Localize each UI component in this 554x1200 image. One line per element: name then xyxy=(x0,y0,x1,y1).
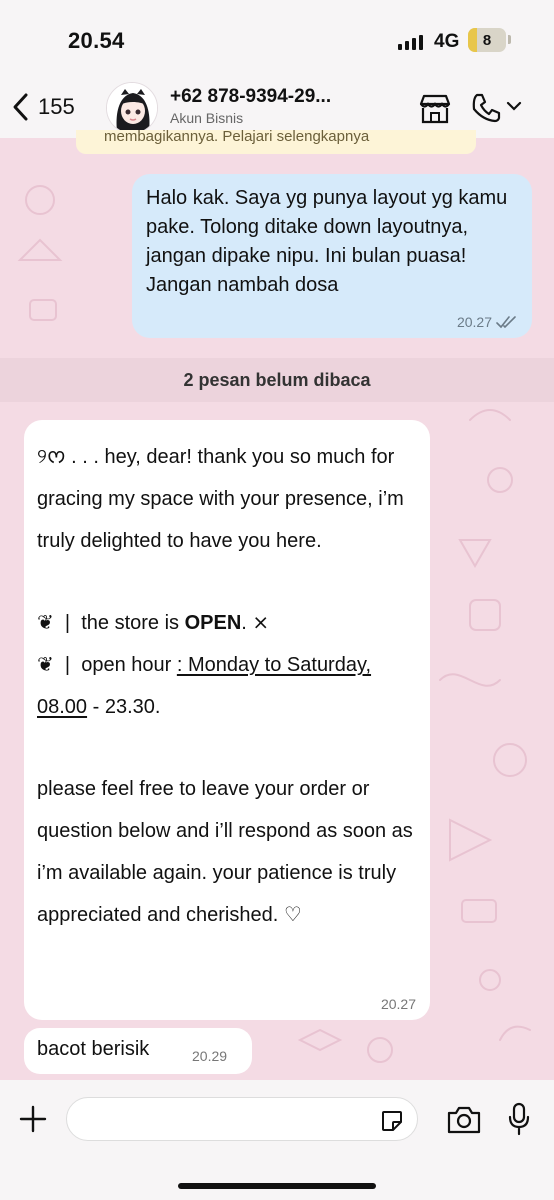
chevron-left-icon xyxy=(13,93,28,121)
greeting-text: ୨ᰔ . . . hey, dear! thank you so much fo… xyxy=(37,446,404,552)
unread-messages-banner: 2 pesan belum dibaca xyxy=(0,358,554,402)
incoming-message-text: bacot berisik xyxy=(37,1038,150,1060)
incoming-message[interactable]: ୨ᰔ . . . hey, dear! thank you so much fo… xyxy=(24,420,430,1020)
incoming-message-time: 20.27 xyxy=(380,996,416,1012)
outgoing-message-meta: 20.27 xyxy=(457,314,518,330)
open-hours-line: ❦ | open hour : Monday to Saturday, 08.0… xyxy=(37,654,372,718)
phone-icon[interactable] xyxy=(470,92,502,124)
plus-icon[interactable] xyxy=(18,1104,48,1134)
system-info-text: membagikannya. Pelajari selengkapnya xyxy=(104,130,370,145)
contact-name[interactable]: +62 878-9394-29... xyxy=(170,86,331,108)
store-status-line: ❦ | the store is OPEN. ⨯ xyxy=(37,612,270,634)
battery-icon: 8 xyxy=(468,28,506,52)
system-info-banner[interactable]: membagikannya. Pelajari selengkapnya xyxy=(76,130,476,154)
outgoing-message-text: Halo kak. Saya yg punya layout yg kamu p… xyxy=(146,187,508,296)
home-indicator[interactable] xyxy=(178,1183,376,1189)
double-check-icon xyxy=(496,316,516,329)
network-type: 4G xyxy=(434,31,460,52)
incoming-message[interactable]: bacot berisik 20.29 xyxy=(24,1028,252,1074)
outgoing-message-time: 20.27 xyxy=(456,314,492,330)
avatar[interactable] xyxy=(106,82,158,134)
camera-icon[interactable] xyxy=(446,1105,482,1135)
store-icon[interactable] xyxy=(418,94,452,124)
message-input-bar xyxy=(0,1080,554,1200)
store-status: OPEN xyxy=(184,612,242,634)
sticker-icon[interactable] xyxy=(380,1109,404,1133)
incoming-message-time: 20.29 xyxy=(192,1048,228,1064)
battery-tip xyxy=(508,35,511,44)
message-input[interactable] xyxy=(66,1097,418,1141)
back-button[interactable]: 155 xyxy=(10,92,75,122)
status-time: 20.54 xyxy=(68,28,125,53)
outgoing-message[interactable]: Halo kak. Saya yg punya layout yg kamu p… xyxy=(132,174,532,338)
chevron-down-icon[interactable] xyxy=(506,100,522,112)
cellular-signal-icon xyxy=(398,34,423,50)
microphone-icon[interactable] xyxy=(508,1102,530,1136)
status-bar: 20.54 4G 8 xyxy=(0,0,554,80)
battery-level: 8 xyxy=(482,31,492,49)
unread-chats-count: 155 xyxy=(38,94,75,119)
contact-subtitle: Akun Bisnis xyxy=(170,110,244,126)
closing-text: please feel free to leave your order or … xyxy=(37,778,413,926)
